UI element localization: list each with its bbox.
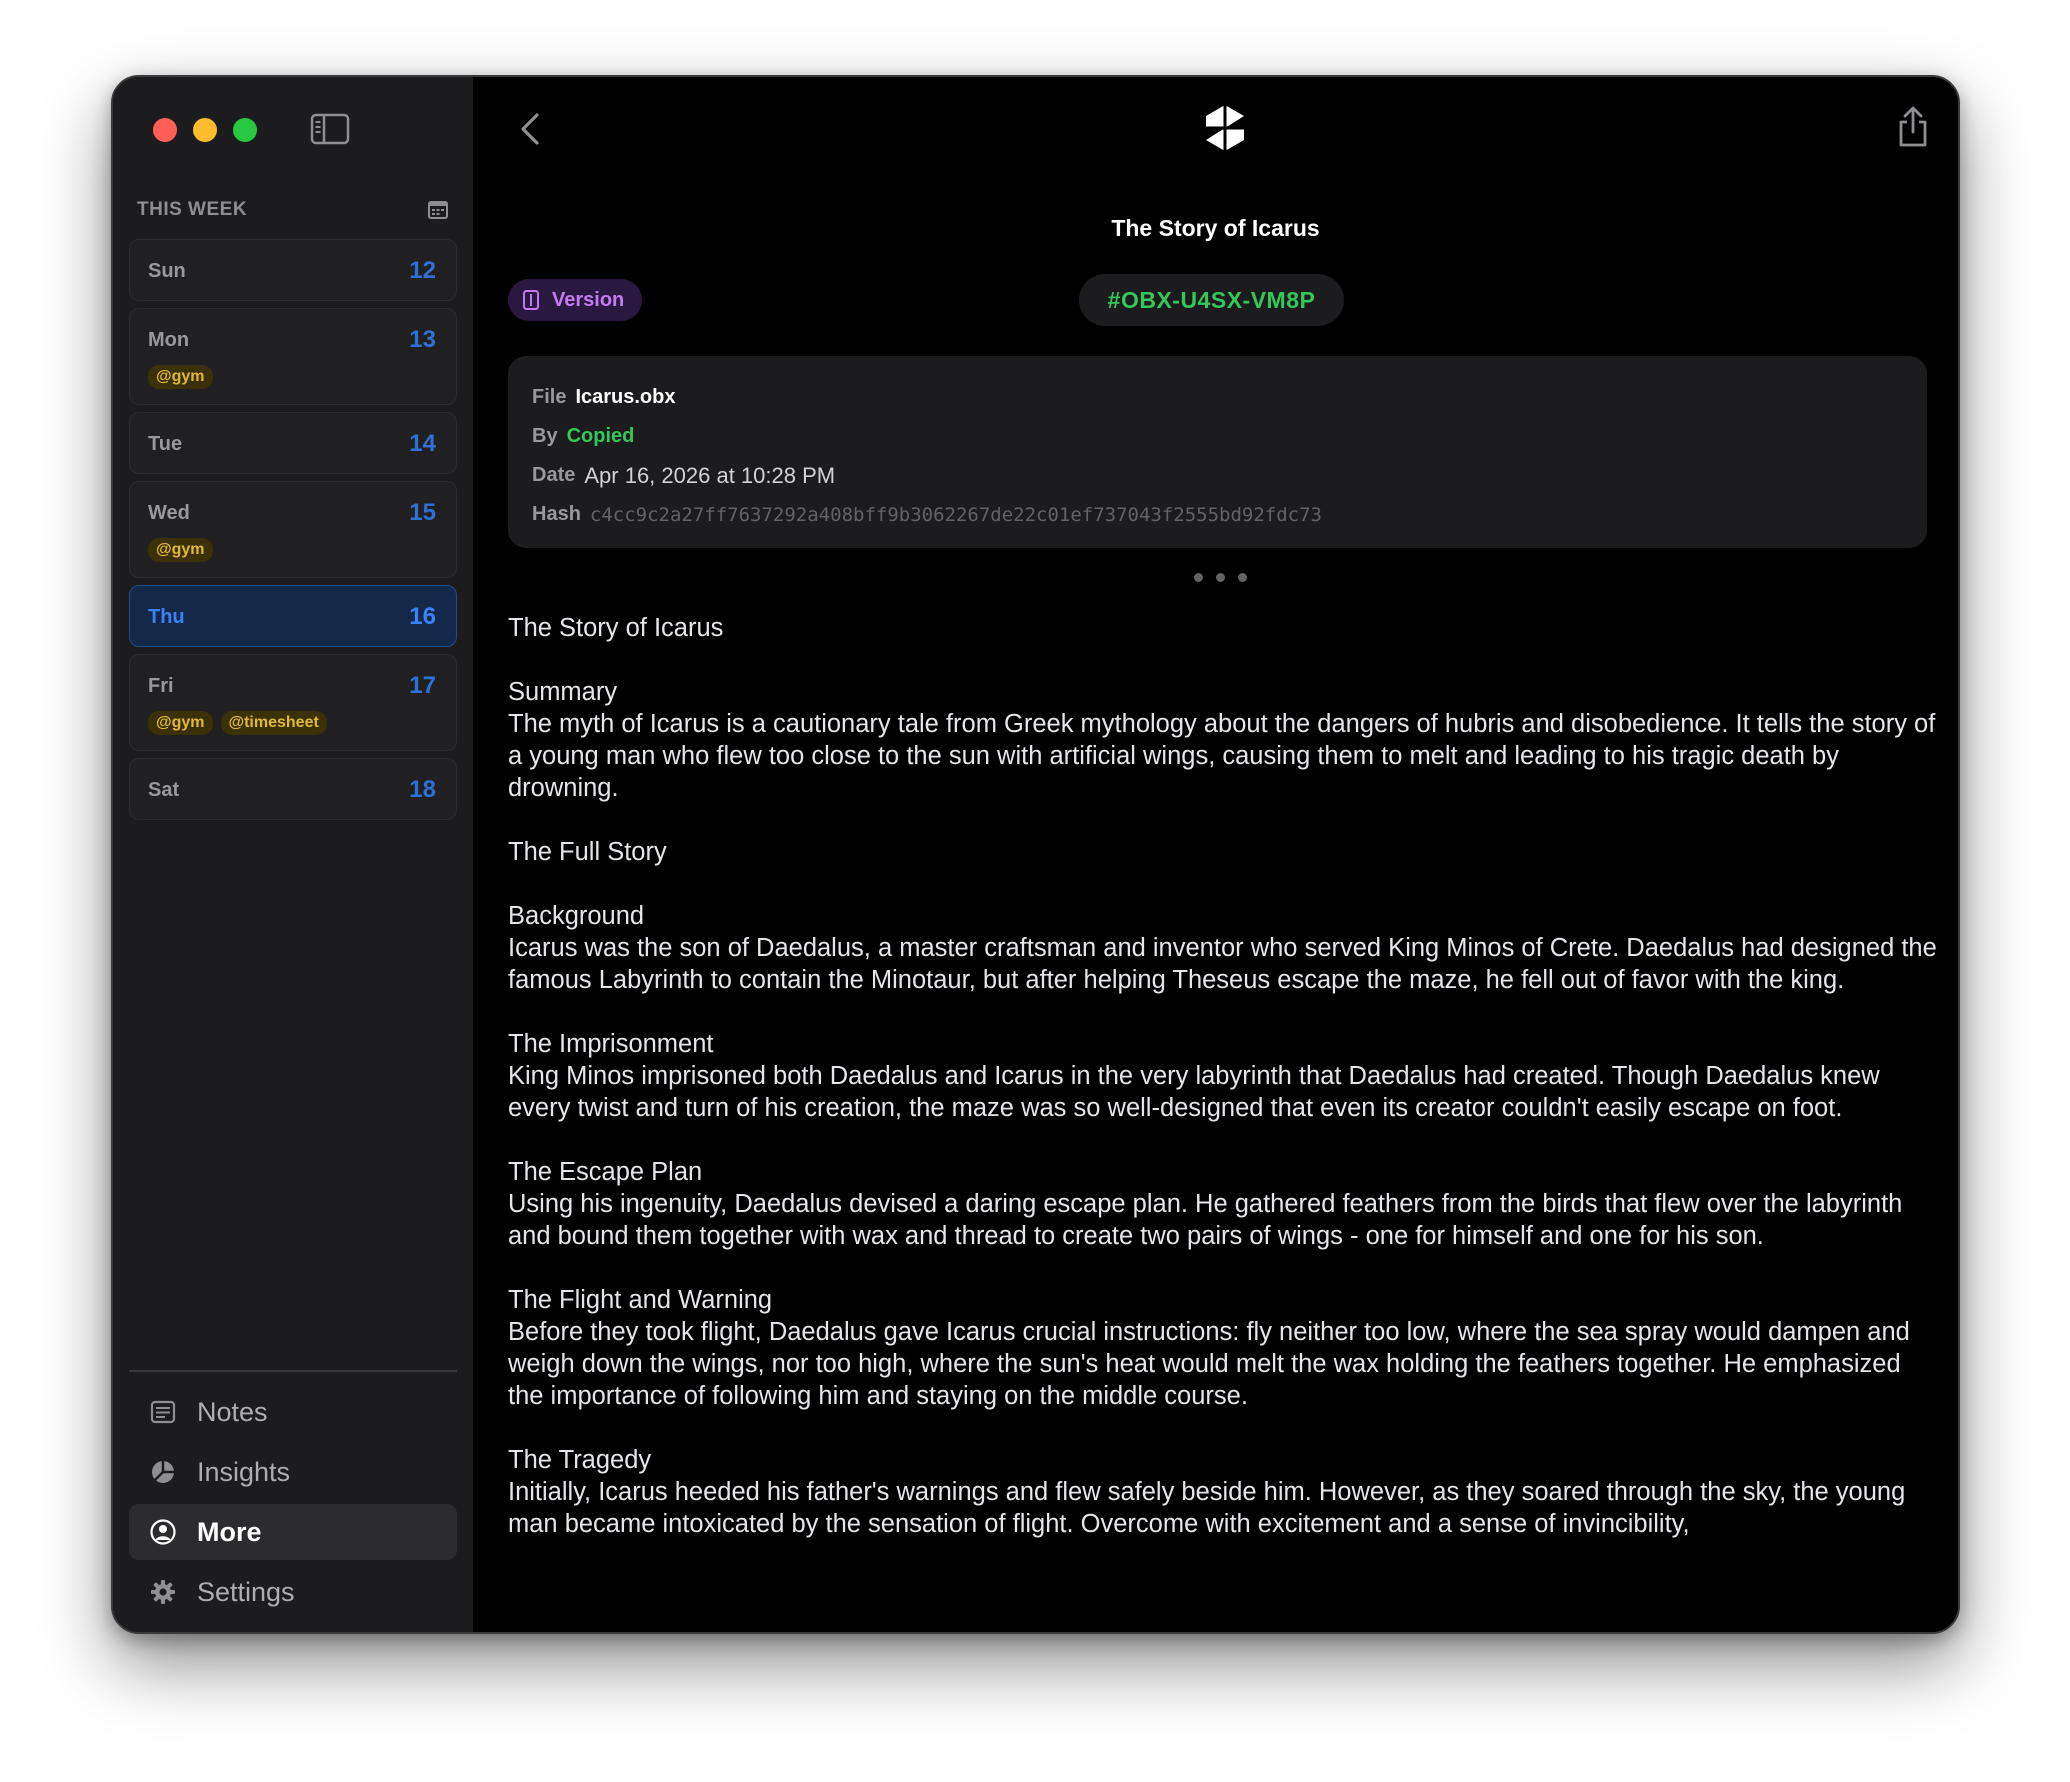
day-thu[interactable]: Thu 16 [129, 585, 457, 647]
day-list: Sun 12 Mon 13 @gym Tue 14 Wed 15 @gym Th… [129, 239, 457, 827]
day-name: Mon [148, 329, 190, 351]
notes-icon [150, 1400, 176, 1424]
nav-label: Insights [197, 1456, 291, 1487]
meta-file-row: File Icarus.obx [532, 378, 1903, 417]
close-window-button[interactable] [153, 118, 177, 142]
section-heading: The Imprisonment [508, 1030, 714, 1058]
meta-key: File [532, 386, 567, 408]
nav-label: Settings [197, 1576, 295, 1607]
meta-hash-value[interactable]: c4cc9c2a27ff7637292a408bff9b3062267de22c… [590, 504, 1322, 526]
metadata-card: File Icarus.obx By Copied Date Apr 16, 2… [508, 356, 1927, 548]
section-heading: The Escape Plan [508, 1158, 703, 1186]
section-text: Icarus was the son of Daedalus, a master… [508, 934, 1937, 994]
meta-date-value: Apr 16, 2026 at 10:28 PM [584, 462, 836, 488]
nav-divider [129, 1370, 457, 1372]
sidebar: THIS WEEK Sun 12 Mon 13 @gym Tue 14 Wed … [113, 77, 473, 1632]
sidebar-nav: Notes Insights More Settings [129, 1384, 457, 1624]
day-number: 16 [409, 603, 436, 630]
section-text: Initially, Icarus heeded his father's wa… [508, 1478, 1906, 1538]
meta-file-value: Icarus.obx [575, 386, 676, 408]
sidebar-toggle-icon[interactable] [310, 113, 350, 145]
version-badge[interactable]: Version [508, 279, 643, 321]
day-mon[interactable]: Mon 13 @gym [129, 308, 457, 405]
tag-badge[interactable]: @gym [148, 711, 213, 735]
day-name: Wed [148, 502, 190, 524]
day-name: Sat [148, 779, 180, 801]
insights-icon [152, 1461, 174, 1483]
section-heading: Summary [508, 678, 618, 706]
window-controls [153, 118, 257, 142]
section-heading: Background [508, 902, 645, 930]
tag-badge[interactable]: @gym [148, 365, 213, 389]
section-heading: The Tragedy [508, 1446, 652, 1474]
section-heading: The Full Story [508, 838, 667, 866]
day-sat[interactable]: Sat 18 [129, 758, 457, 820]
share-icon[interactable] [1896, 105, 1930, 149]
calendar-icon[interactable] [427, 199, 449, 221]
main-content: The Story of Icarus Version #OBX-U4SX-VM… [473, 77, 1958, 1632]
day-name: Thu [148, 606, 185, 628]
nav-label: Notes [197, 1396, 268, 1427]
version-icon [523, 290, 539, 310]
nav-item-settings[interactable]: Settings [129, 1564, 457, 1620]
minimize-window-button[interactable] [193, 118, 217, 142]
day-number: 18 [409, 776, 436, 803]
meta-key: Hash [532, 503, 581, 525]
day-number: 13 [409, 326, 436, 353]
tag-badge[interactable]: @timesheet [220, 711, 327, 735]
app-window: THIS WEEK Sun 12 Mon 13 @gym Tue 14 Wed … [111, 75, 1960, 1634]
app-logo-icon [1206, 105, 1244, 151]
nav-item-insights[interactable]: Insights [129, 1444, 457, 1500]
day-number: 15 [409, 499, 436, 526]
day-wed[interactable]: Wed 15 @gym [129, 481, 457, 578]
meta-date-row: Date Apr 16, 2026 at 10:28 PM [532, 456, 1903, 495]
nav-item-notes[interactable]: Notes [129, 1384, 457, 1440]
section-text: Before they took flight, Daedalus gave I… [508, 1318, 1910, 1410]
nav-label: More [197, 1516, 262, 1547]
page-title: The Story of Icarus [1111, 215, 1320, 241]
day-name: Tue [148, 433, 183, 455]
person-circle-icon [150, 1519, 176, 1545]
meta-key: By [532, 425, 558, 447]
hash-id-badge[interactable]: #OBX-U4SX-VM8P [1079, 274, 1344, 326]
nav-item-more[interactable]: More [129, 1504, 457, 1560]
day-number: 17 [409, 672, 436, 699]
day-name: Fri [148, 675, 174, 697]
section-text: Using his ingenuity, Daedalus devised a … [508, 1190, 1903, 1250]
section-heading: The Flight and Warning [508, 1286, 773, 1314]
section-text: King Minos imprisoned both Daedalus and … [508, 1062, 1880, 1122]
document-body: The Story of Icarus Summary The myth of … [508, 612, 1943, 1572]
zoom-window-button[interactable] [233, 118, 257, 142]
meta-by-row: By Copied [532, 417, 1903, 456]
day-fri[interactable]: Fri 17 @gym @timesheet [129, 654, 457, 751]
day-name: Sun [148, 260, 186, 282]
day-number: 14 [409, 430, 436, 457]
chevron-left-icon[interactable] [513, 107, 549, 151]
tag-badge[interactable]: @gym [148, 538, 213, 562]
meta-key: Date [532, 464, 576, 486]
meta-hash-row: Hash c4cc9c2a27ff7637292a408bff9b3062267… [532, 495, 1903, 534]
version-label: Version [552, 288, 625, 311]
more-options-icon[interactable] [1194, 573, 1247, 582]
week-label: THIS WEEK [137, 199, 248, 220]
gear-icon [151, 1580, 175, 1604]
day-number: 12 [409, 257, 436, 284]
day-sun[interactable]: Sun 12 [129, 239, 457, 301]
day-tue[interactable]: Tue 14 [129, 412, 457, 474]
week-header: THIS WEEK [137, 199, 449, 221]
section-text: The myth of Icarus is a cautionary tale … [508, 710, 1936, 802]
meta-by-value: Copied [566, 425, 635, 447]
content-title: The Story of Icarus [508, 614, 724, 642]
